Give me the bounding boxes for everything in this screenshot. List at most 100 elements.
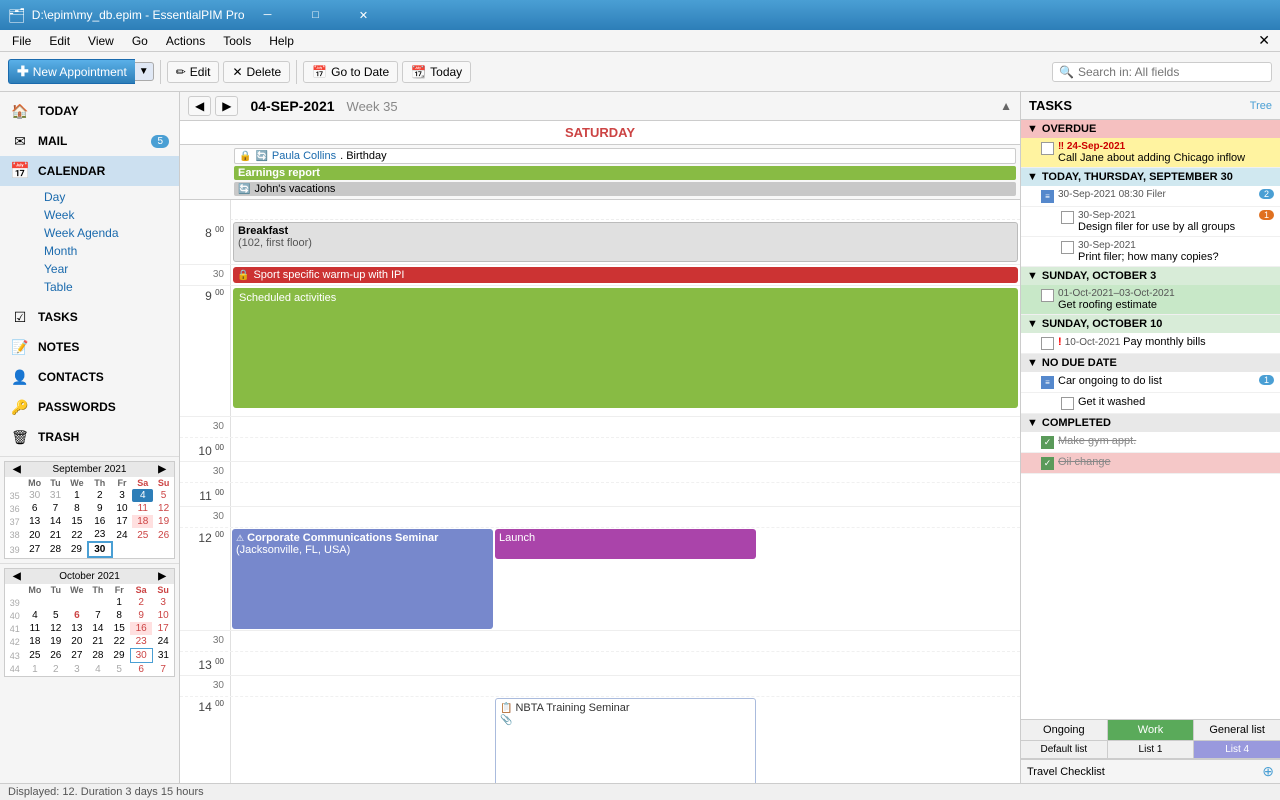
nav-calendar[interactable]: 📅 CALENDAR xyxy=(0,156,179,186)
menu-actions[interactable]: Actions xyxy=(158,32,213,50)
vacation-event[interactable]: 🔄 John's vacations xyxy=(234,182,1016,196)
sep-day-14[interactable]: 14 xyxy=(45,515,66,528)
oct-day-9[interactable]: 9 xyxy=(130,609,152,622)
sep-day-30[interactable]: 30 xyxy=(88,542,112,557)
corporate-appointment[interactable]: ⚠ Corporate Communications Seminar (Jack… xyxy=(232,529,493,629)
task-washed[interactable]: Get it washed xyxy=(1021,393,1280,414)
task-checkbox-oil[interactable]: ✓ xyxy=(1041,457,1054,470)
menu-file[interactable]: File xyxy=(4,32,39,50)
launch-appointment[interactable]: Launch xyxy=(495,529,756,559)
tab-general-list[interactable]: General list xyxy=(1194,720,1280,740)
oct-day-12[interactable]: 12 xyxy=(45,622,66,635)
oct-day-15[interactable]: 15 xyxy=(108,622,130,635)
sep-day-13[interactable]: 13 xyxy=(24,515,45,528)
minimize-button[interactable]: ─ xyxy=(245,0,291,30)
nbta-appointment[interactable]: 📋 NBTA Training Seminar 📎 xyxy=(495,698,756,783)
oct-day-4-nov[interactable]: 4 xyxy=(87,663,108,677)
oct-day-3-nov[interactable]: 3 xyxy=(66,663,87,677)
sep-day-17[interactable]: 17 xyxy=(112,515,133,528)
menu-edit[interactable]: Edit xyxy=(41,32,78,50)
menu-view[interactable]: View xyxy=(80,32,122,50)
task-print-filer[interactable]: 30-Sep-2021 Print filer; how many copies… xyxy=(1021,237,1280,267)
sep-day-16[interactable]: 16 xyxy=(88,515,112,528)
sep-day-26[interactable]: 26 xyxy=(153,528,174,542)
sep-day-5[interactable]: 5 xyxy=(153,489,174,502)
oct-day-2[interactable]: 2 xyxy=(130,596,152,609)
overdue-header[interactable]: ▼ OVERDUE xyxy=(1021,120,1280,138)
oct-day-4[interactable]: 4 xyxy=(24,609,45,622)
menu-go[interactable]: Go xyxy=(124,32,156,50)
mini-cal-oct-next[interactable]: ▶ xyxy=(154,571,170,582)
mini-cal-oct-prev[interactable]: ◀ xyxy=(9,571,25,582)
oct-day-23[interactable]: 23 xyxy=(130,635,152,649)
oct-day-5-nov[interactable]: 5 xyxy=(108,663,130,677)
subnav-weekagenda[interactable]: Week Agenda xyxy=(40,224,179,242)
oct-day-20[interactable]: 20 xyxy=(66,635,87,649)
oct-day-14[interactable]: 14 xyxy=(87,622,108,635)
oct-day-29[interactable]: 29 xyxy=(108,649,130,663)
completed-header[interactable]: ▼ COMPLETED xyxy=(1021,414,1280,432)
sep-day-25[interactable]: 25 xyxy=(132,528,153,542)
menu-tools[interactable]: Tools xyxy=(215,32,259,50)
oct-day-27[interactable]: 27 xyxy=(66,649,87,663)
subnav-year[interactable]: Year xyxy=(40,260,179,278)
mini-cal-sep-next[interactable]: ▶ xyxy=(154,464,170,475)
oct-day-21[interactable]: 21 xyxy=(87,635,108,649)
tree-label[interactable]: Tree xyxy=(1250,100,1272,112)
task-oil[interactable]: ✓ Oil change xyxy=(1021,453,1280,474)
oct-day-16[interactable]: 16 xyxy=(130,622,152,635)
oct-day-24[interactable]: 24 xyxy=(152,635,174,649)
oct-day-26[interactable]: 26 xyxy=(45,649,66,663)
sep-day-29[interactable]: 29 xyxy=(66,542,88,557)
task-checkbox-gym[interactable]: ✓ xyxy=(1041,436,1054,449)
breakfast-appointment[interactable]: Breakfast (102, first floor) xyxy=(233,222,1018,262)
new-appointment-button[interactable]: ✚ New Appointment xyxy=(8,59,135,84)
sep-day-9[interactable]: 9 xyxy=(88,502,112,515)
tab-list-4[interactable]: List 4 xyxy=(1194,741,1280,759)
sep-day-8[interactable]: 8 xyxy=(66,502,88,515)
sep-day-12[interactable]: 12 xyxy=(153,502,174,515)
task-checkbox-print[interactable] xyxy=(1061,241,1074,254)
calendar-content[interactable]: SATURDAY 🔒 🔄 Paula Collins . Birthday Ea… xyxy=(180,121,1020,783)
task-checkbox-filer[interactable]: ≡ xyxy=(1041,190,1054,203)
nav-notes[interactable]: 📝 NOTES xyxy=(0,332,179,362)
oct-day-10[interactable]: 10 xyxy=(152,609,174,622)
task-bills[interactable]: ! 10-Oct-2021 Pay monthly bills xyxy=(1021,333,1280,354)
scheduled-appointment[interactable]: Scheduled activities xyxy=(233,288,1018,408)
oct-day-31[interactable]: 31 xyxy=(152,649,174,663)
sep-day-2[interactable]: 2 xyxy=(88,489,112,502)
delete-button[interactable]: ✕ Delete xyxy=(223,61,290,83)
task-checkbox-bills[interactable] xyxy=(1041,337,1054,350)
close-button[interactable]: ✕ xyxy=(341,0,387,30)
sep-day-24[interactable]: 24 xyxy=(112,528,133,542)
sep-day-1[interactable]: 1 xyxy=(66,489,88,502)
task-design-filer[interactable]: 30-Sep-2021 Design filer for use by all … xyxy=(1021,207,1280,237)
task-gym[interactable]: ✓ Make gym appt. xyxy=(1021,432,1280,453)
oct-day-25[interactable]: 25 xyxy=(24,649,45,663)
sep-day-22[interactable]: 22 xyxy=(66,528,88,542)
oct-day-30[interactable]: 30 xyxy=(130,649,152,663)
nodue-header[interactable]: ▼ NO DUE DATE xyxy=(1021,354,1280,372)
panel-close-icon[interactable]: ✕ xyxy=(1252,30,1276,51)
cal-next-button[interactable]: ▶ xyxy=(215,96,238,116)
sep-day-18[interactable]: 18 xyxy=(132,515,153,528)
oct-day-2-nov[interactable]: 2 xyxy=(45,663,66,677)
subnav-day[interactable]: Day xyxy=(40,188,179,206)
oct-day-19[interactable]: 19 xyxy=(45,635,66,649)
sep-day-3[interactable]: 3 xyxy=(112,489,133,502)
subnav-month[interactable]: Month xyxy=(40,242,179,260)
search-input[interactable] xyxy=(1078,65,1265,79)
earnings-event[interactable]: Earnings report xyxy=(234,166,1016,180)
edit-button[interactable]: ✏ Edit xyxy=(167,61,220,83)
tab-list-1[interactable]: List 1 xyxy=(1108,741,1195,759)
sep-day-11[interactable]: 11 xyxy=(132,502,153,515)
add-list-button[interactable]: ⊕ xyxy=(1262,763,1274,780)
task-checkbox-roofing[interactable] xyxy=(1041,289,1054,302)
cal-scroll-up[interactable]: ▲ xyxy=(1000,99,1012,113)
nav-contacts[interactable]: 👤 CONTACTS xyxy=(0,362,179,392)
task-checkbox-washed[interactable] xyxy=(1061,397,1074,410)
maximize-button[interactable]: □ xyxy=(293,0,339,30)
oct-day-5[interactable]: 5 xyxy=(45,609,66,622)
new-appointment-dropdown[interactable]: ▼ xyxy=(135,62,154,81)
sep-day-7[interactable]: 7 xyxy=(45,502,66,515)
